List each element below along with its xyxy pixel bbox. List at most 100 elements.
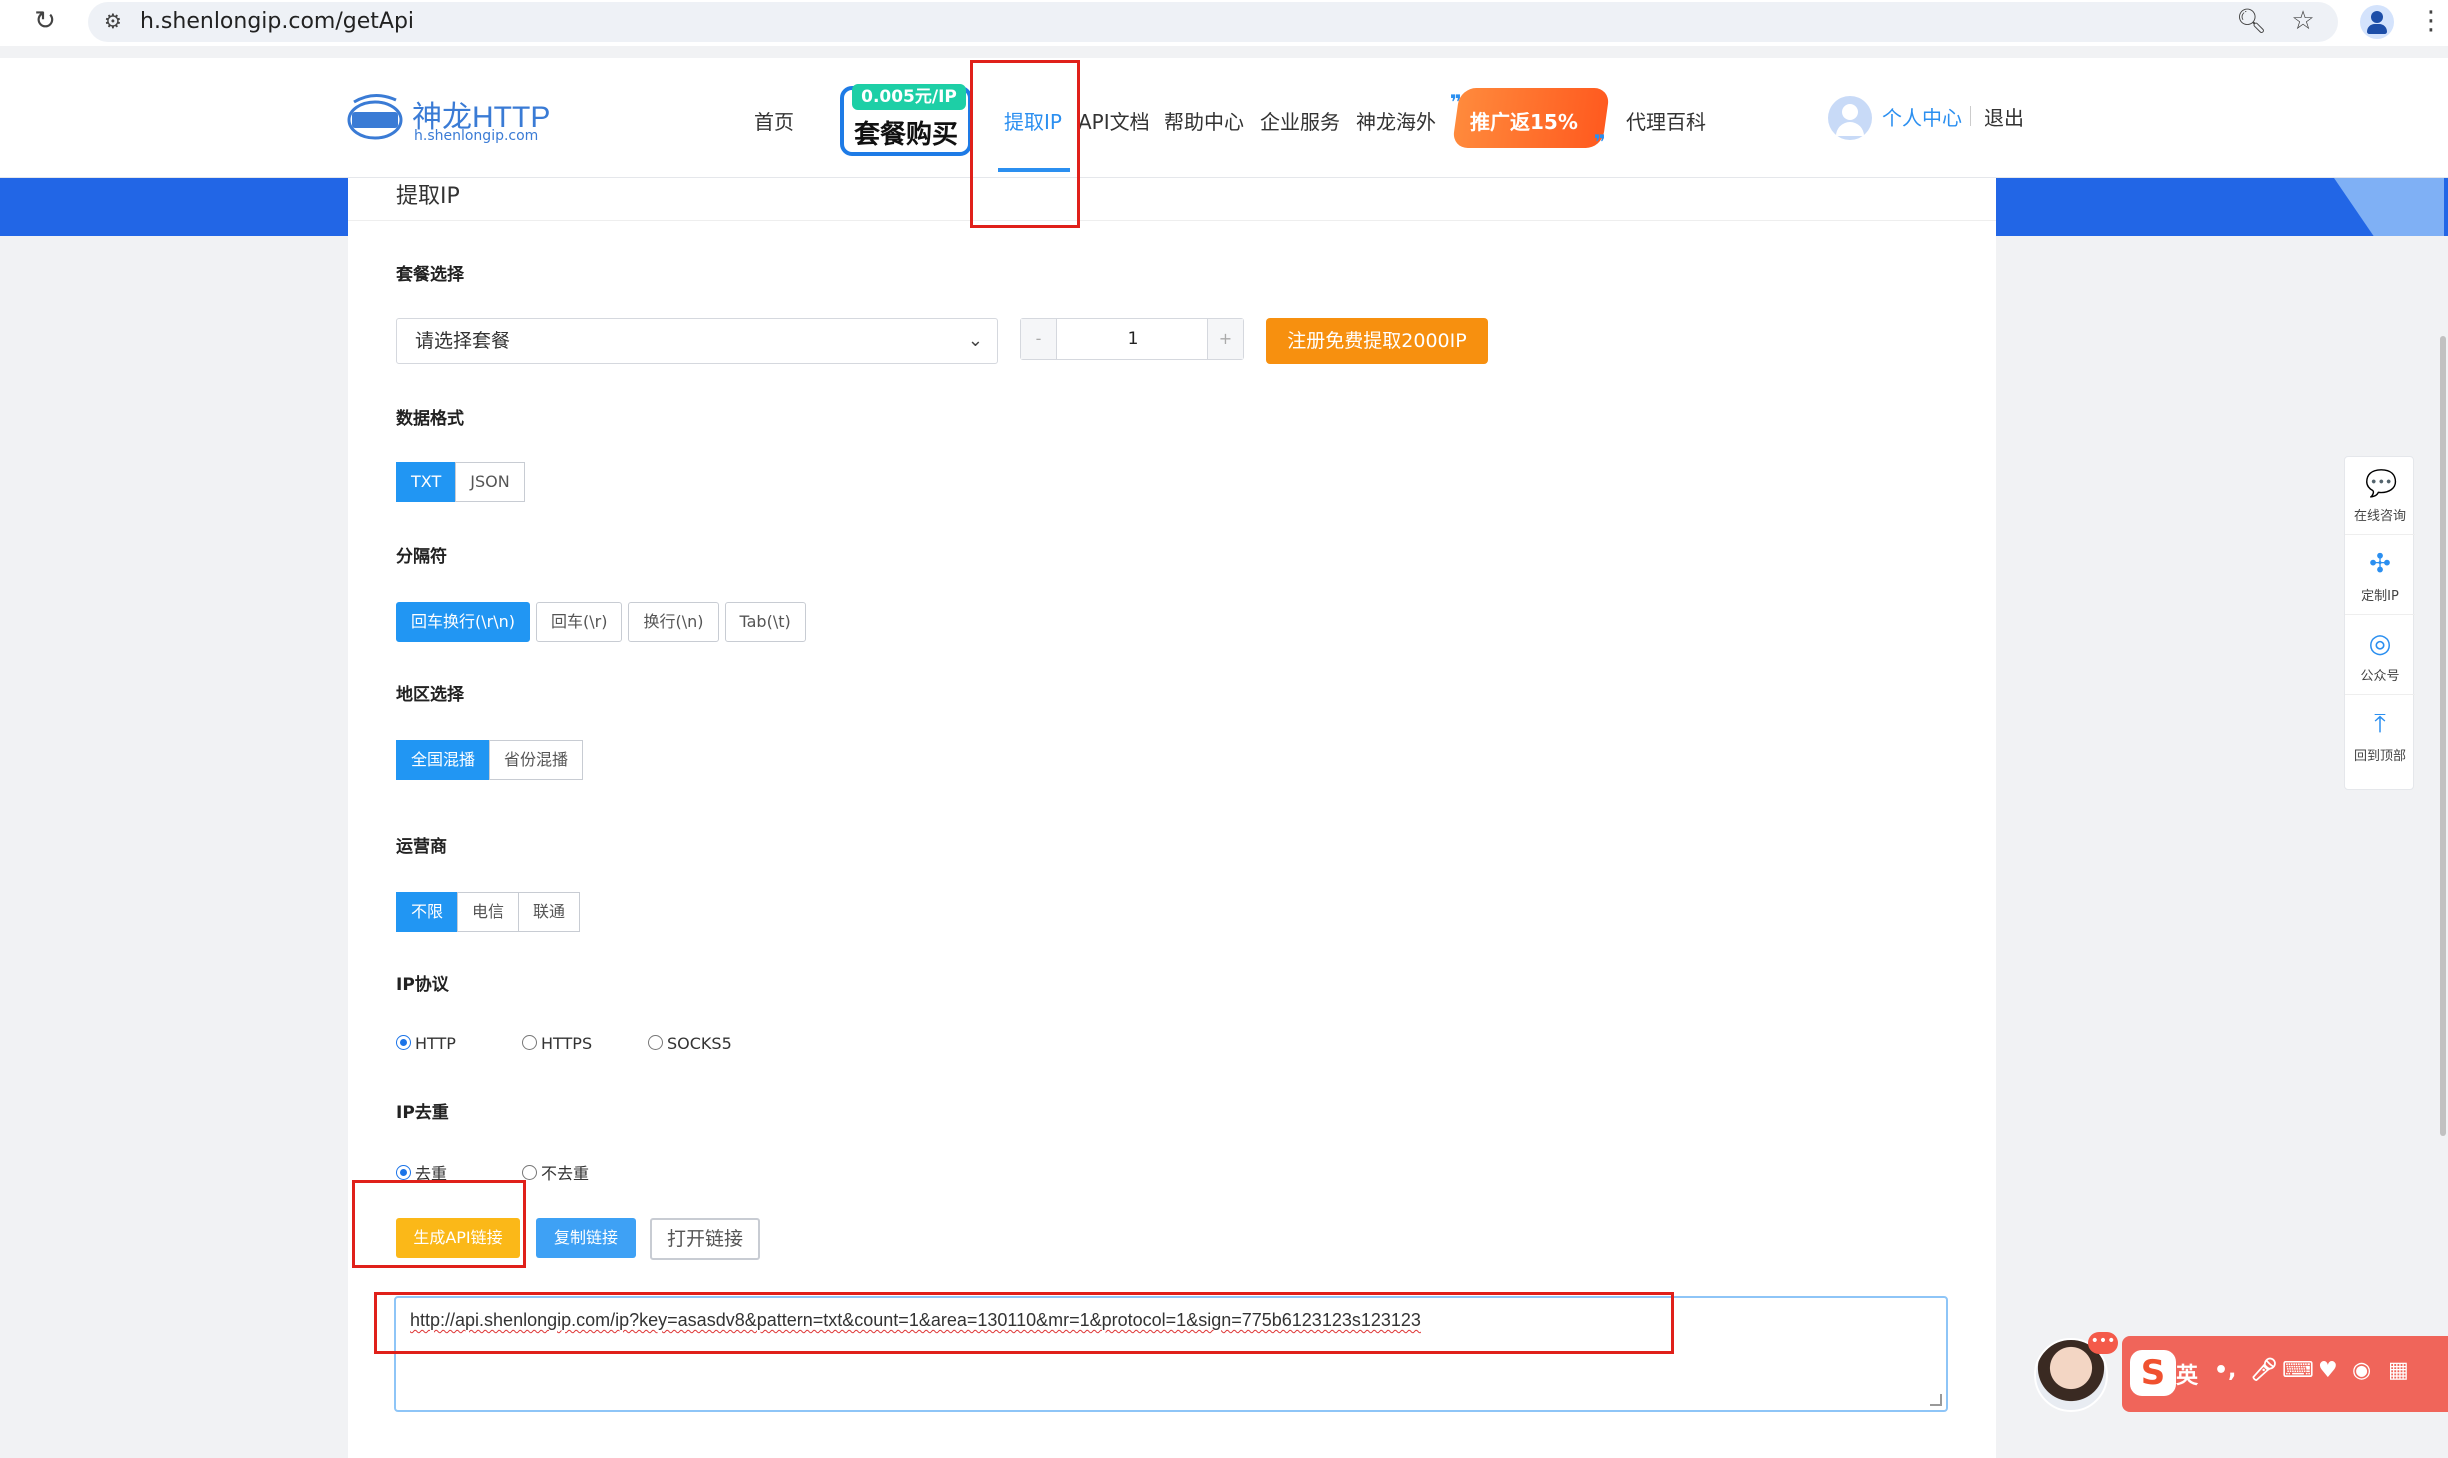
separator-option-group: 回车换行(\r\n) 回车(\r) 换行(\n) Tab(\t) <box>396 602 806 642</box>
user-center-link[interactable]: 个人中心 <box>1882 102 1962 131</box>
float-label-top: 回到顶部 <box>2353 749 2406 764</box>
carrier-section-label: 运营商 <box>396 837 447 857</box>
address-url[interactable]: h.shenlongip.com/getApi <box>140 9 414 34</box>
format-option-json[interactable]: JSON <box>455 462 525 502</box>
package-price-badge: 0.005元/IP <box>852 84 966 110</box>
separator-option-cr[interactable]: 回车(\r) <box>536 602 623 642</box>
carrier-toggle-group: 不限 电信 联通 <box>396 892 581 932</box>
protocol-radio-https[interactable]: HTTPS <box>522 1034 592 1053</box>
nav-overseas[interactable]: 神龙海外 <box>1356 106 1436 135</box>
package-section-label: 套餐选择 <box>396 265 464 285</box>
dedup-label-off: 不去重 <box>541 1164 590 1183</box>
region-toggle-group: 全国混播 省份混播 <box>396 740 584 780</box>
float-label-chat: 在线咨询 <box>2353 509 2406 524</box>
chat-badge: ••• <box>2088 1332 2118 1354</box>
carrier-option-unicom[interactable]: 联通 <box>518 892 581 932</box>
format-toggle-group: TXT JSON <box>396 462 525 502</box>
nav-help-center[interactable]: 帮助中心 <box>1164 106 1244 135</box>
region-option-national[interactable]: 全国混播 <box>396 740 491 780</box>
nav-home[interactable]: 首页 <box>754 106 794 135</box>
promo-quote-right-icon: ❞ <box>1594 130 1606 154</box>
region-section-label: 地区选择 <box>396 685 464 705</box>
separator-option-crlf[interactable]: 回车换行(\r\n) <box>396 602 530 642</box>
package-select-value: 请选择套餐 <box>415 330 511 352</box>
profile-icon[interactable] <box>2360 5 2394 39</box>
float-label-custom-ip: 定制IP <box>2361 589 2399 604</box>
microphone-icon[interactable]: 🎤︎ <box>2250 1358 2278 1383</box>
page-scrollbar[interactable] <box>2440 336 2446 1136</box>
nav-package-badge[interactable]: 0.005元/IP 套餐购买 <box>840 84 972 156</box>
extract-ip-card: 提取IP 套餐选择 请选择套餐 ⌄ - 1 + 注册免费提取2000IP 数据格… <box>348 178 1996 1458</box>
radio-unchecked-icon <box>648 1035 663 1050</box>
star-icon[interactable]: ☆ <box>2288 6 2318 36</box>
open-link-button[interactable]: 打开链接 <box>650 1218 760 1260</box>
resize-handle-icon[interactable] <box>1930 1394 1942 1406</box>
wechat-account-button[interactable]: ◎ 公众号 <box>2345 617 2415 695</box>
nav-api-docs[interactable]: API文档 <box>1078 106 1150 135</box>
keyboard-icon[interactable]: ⌨ <box>2282 1358 2314 1383</box>
nav-encyclopedia[interactable]: 代理百科 <box>1626 106 1706 135</box>
region-option-province[interactable]: 省份混播 <box>489 740 584 780</box>
radio-unchecked-icon <box>522 1165 537 1180</box>
network-icon: ✣ <box>2369 549 2391 579</box>
logo-subtext: h.shenlongip.com <box>414 128 539 144</box>
floating-toolbar: 💬 在线咨询 ✣ 定制IP ◎ 公众号 ⤒ 回到顶部 <box>2344 456 2415 790</box>
online-chat-button[interactable]: 💬 在线咨询 <box>2345 457 2415 535</box>
ime-punctuation-toggle[interactable]: •, <box>2214 1358 2236 1383</box>
ime-language-toggle[interactable]: 英 <box>2176 1358 2198 1390</box>
grid-menu-icon[interactable]: ▦ <box>2388 1358 2409 1383</box>
arrow-up-icon: ⤒ <box>2374 709 2386 739</box>
back-to-top-button[interactable]: ⤒ 回到顶部 <box>2345 697 2415 775</box>
logo-icon[interactable] <box>344 90 406 144</box>
quantity-stepper[interactable]: - 1 + <box>1020 318 1244 360</box>
browser-toolbar: ↻ ⚙ h.shenlongip.com/getApi 🔍︎ ☆ ⋮ <box>0 0 2448 46</box>
dedup-radio-off[interactable]: 不去重 <box>522 1160 589 1184</box>
protocol-label-https: HTTPS <box>541 1034 593 1053</box>
protocol-radio-socks5[interactable]: SOCKS5 <box>648 1034 732 1053</box>
site-header: 神龙HTTP h.shenlongip.com 首页 0.005元/IP 套餐购… <box>0 58 2448 178</box>
radio-checked-icon <box>396 1035 411 1050</box>
separator-section-label: 分隔符 <box>396 547 447 567</box>
skin-icon[interactable]: ♥ <box>2318 1358 2338 1383</box>
protocol-label-http: HTTP <box>415 1034 456 1053</box>
quantity-input[interactable]: 1 <box>1057 319 1209 359</box>
gamepad-icon[interactable]: ◉ <box>2352 1358 2371 1383</box>
radio-checked-icon <box>396 1165 411 1180</box>
carrier-option-any[interactable]: 不限 <box>396 892 459 932</box>
site-info-icon[interactable]: ⚙ <box>100 8 126 34</box>
carrier-option-telecom[interactable]: 电信 <box>457 892 520 932</box>
nav-enterprise[interactable]: 企业服务 <box>1260 106 1340 135</box>
wechat-icon: ◎ <box>2368 629 2392 659</box>
highlight-box-nav <box>970 60 1080 228</box>
package-select[interactable]: 请选择套餐 ⌄ <box>396 318 998 364</box>
promo-label: 推广返15% <box>1470 110 1578 134</box>
separator-option-lf[interactable]: 换行(\n) <box>628 602 719 642</box>
radio-unchecked-icon <box>522 1035 537 1050</box>
chat-icon: 💬 <box>2365 469 2398 499</box>
address-bar[interactable] <box>88 2 2338 42</box>
decrement-button[interactable]: - <box>1021 319 1057 359</box>
menu-icon[interactable]: ⋮ <box>2418 6 2444 36</box>
custom-ip-button[interactable]: ✣ 定制IP <box>2345 537 2415 615</box>
package-label: 套餐购买 <box>853 120 958 150</box>
protocol-section-label: IP协议 <box>396 975 449 995</box>
chevron-down-icon: ⌄ <box>967 330 983 351</box>
dedup-section-label: IP去重 <box>396 1103 449 1123</box>
ime-logo-icon[interactable]: S <box>2130 1350 2176 1396</box>
format-section-label: 数据格式 <box>396 409 464 429</box>
separator-option-tab[interactable]: Tab(\t) <box>724 602 806 642</box>
register-free-button[interactable]: 注册免费提取2000IP <box>1266 318 1488 364</box>
protocol-label-socks5: SOCKS5 <box>667 1034 732 1053</box>
copy-link-button[interactable]: 复制链接 <box>536 1218 636 1258</box>
reload-icon[interactable]: ↻ <box>30 6 60 36</box>
zoom-icon[interactable]: 🔍︎ <box>2236 6 2266 36</box>
logout-link[interactable]: 退出 <box>1984 102 2024 131</box>
avatar[interactable] <box>1828 96 1872 140</box>
protocol-radio-http[interactable]: HTTP <box>396 1034 456 1053</box>
divider <box>348 220 1996 221</box>
increment-button[interactable]: + <box>1207 319 1243 359</box>
format-option-txt[interactable]: TXT <box>396 462 457 502</box>
float-label-wechat: 公众号 <box>2360 669 2400 684</box>
highlight-box-url <box>374 1292 1674 1354</box>
page-title: 提取IP <box>396 184 460 209</box>
